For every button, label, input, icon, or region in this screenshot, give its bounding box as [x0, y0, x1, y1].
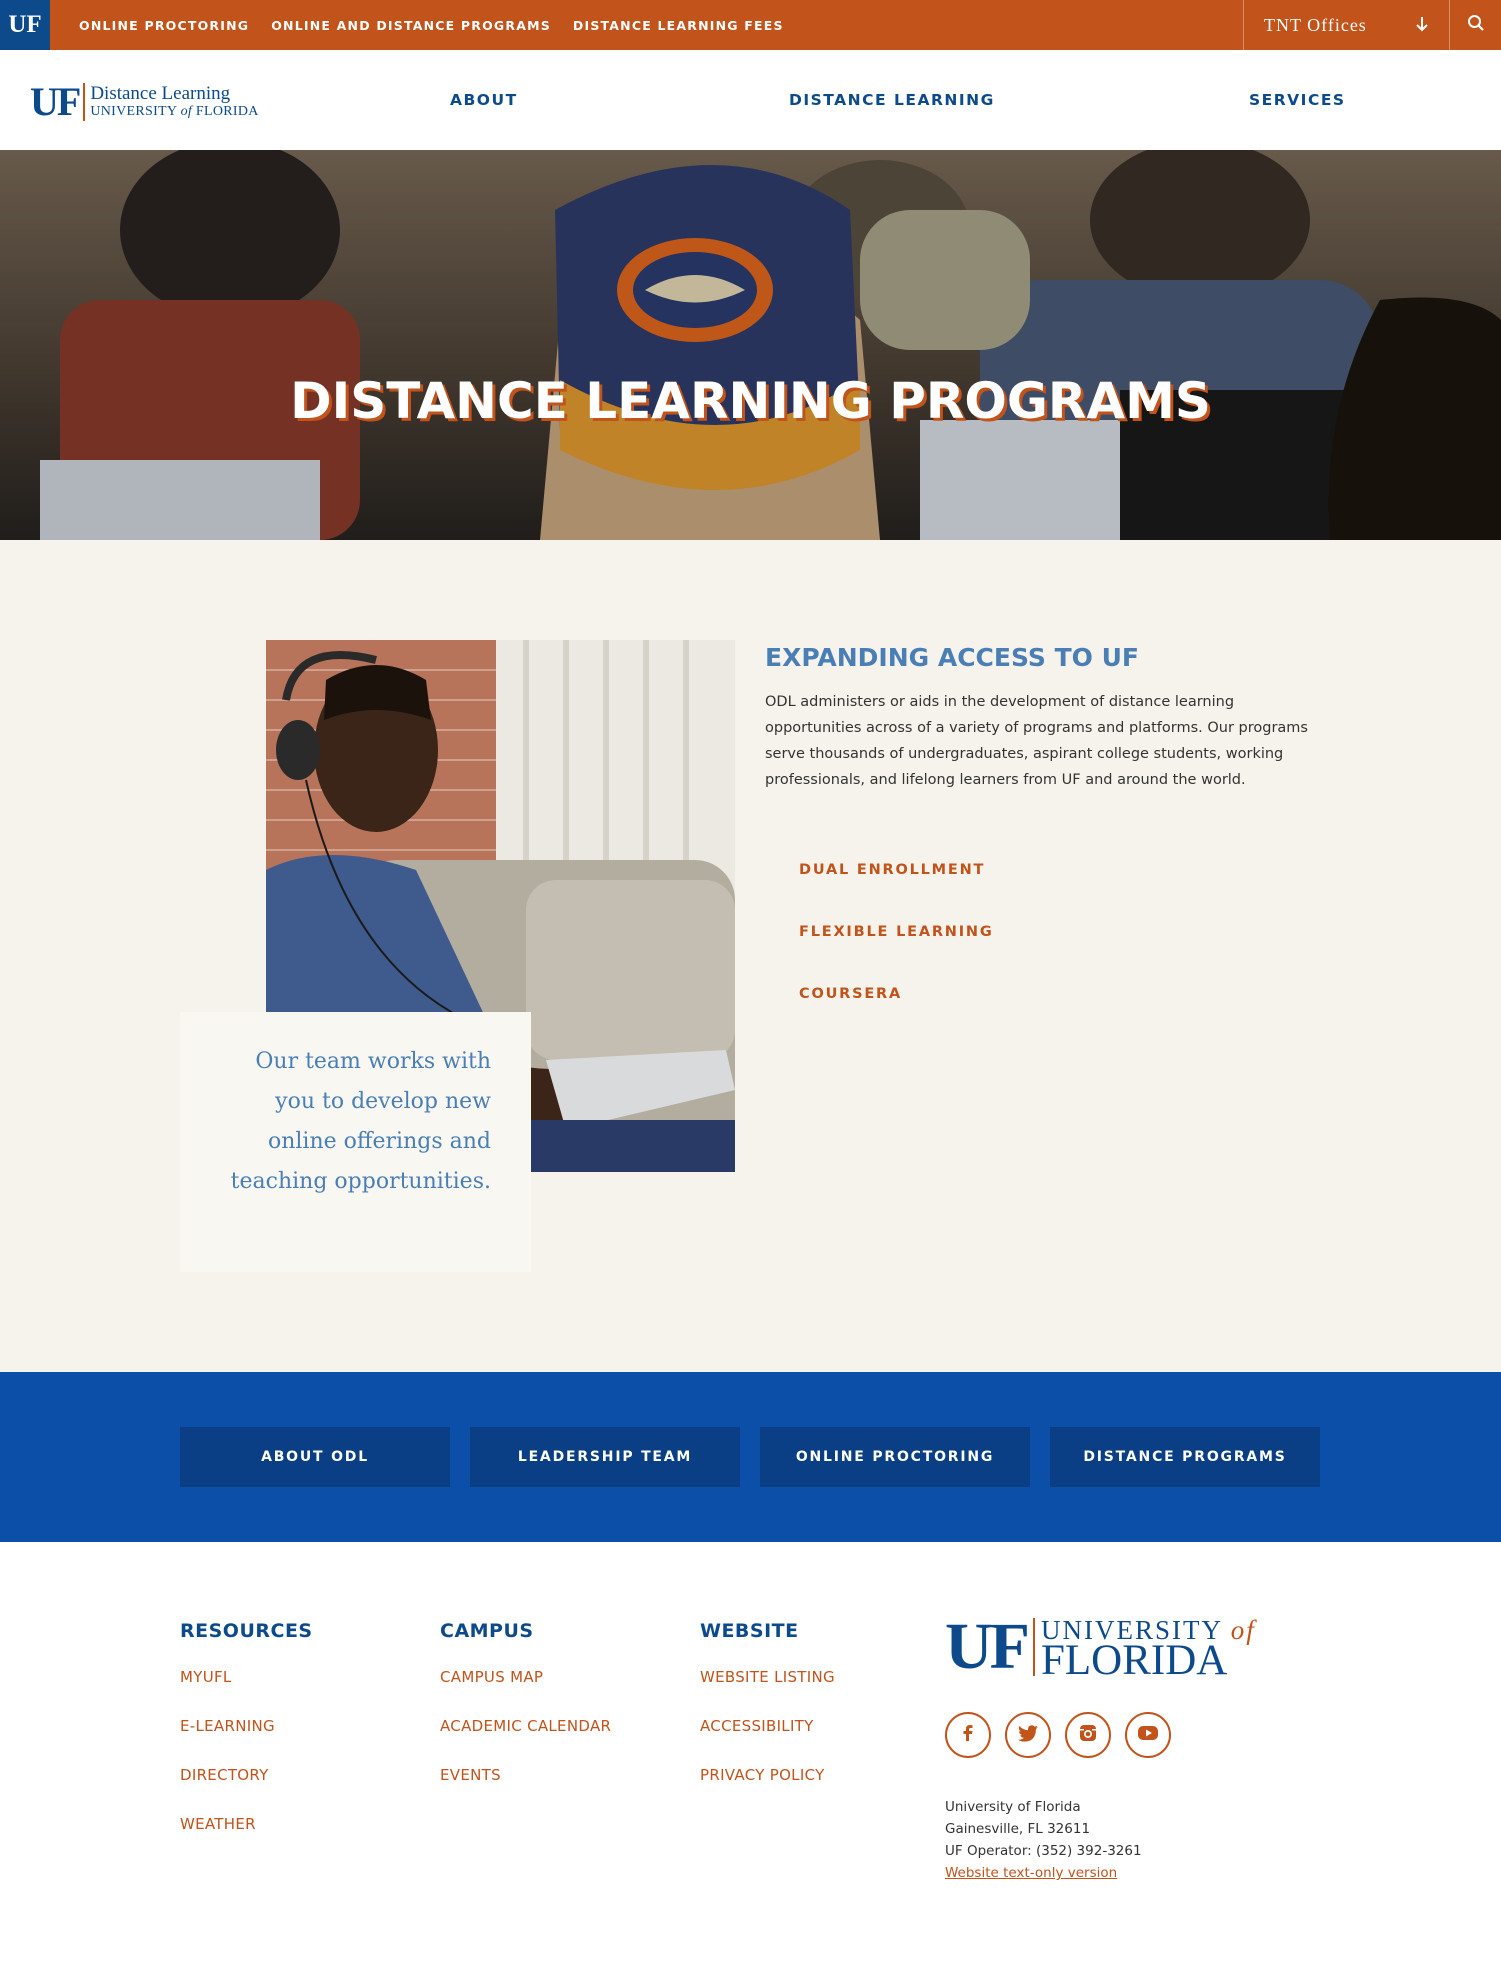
online-proctoring-button[interactable]: ONLINE PROCTORING: [760, 1427, 1030, 1487]
footer-heading-resources: RESOURCES: [180, 1620, 313, 1642]
footer: RESOURCES MYUFL E-LEARNING DIRECTORY WEA…: [0, 1542, 1501, 1979]
utility-links: ONLINE PROCTORING ONLINE AND DISTANCE PR…: [79, 18, 806, 33]
footer-address: University of Florida Gainesville, FL 32…: [945, 1796, 1142, 1884]
university-of-florida-logo[interactable]: UF UNIVERSITY of FLORIDA: [945, 1610, 1256, 1684]
nav-services[interactable]: SERVICES: [1249, 91, 1346, 109]
footer-col-resources: RESOURCES MYUFL E-LEARNING DIRECTORY WEA…: [180, 1620, 313, 1864]
utility-link-distance-learning-fees[interactable]: DISTANCE LEARNING FEES: [573, 18, 784, 33]
nav-distance-learning[interactable]: DISTANCE LEARNING: [789, 91, 995, 109]
footer-logo-of: of: [1230, 1615, 1256, 1645]
footer-heading-website: WEBSITE: [700, 1620, 799, 1642]
footer-link-weather[interactable]: WEATHER: [180, 1815, 313, 1833]
instagram-icon: [1078, 1723, 1098, 1747]
utility-bar: UF ONLINE PROCTORING ONLINE AND DISTANCE…: [0, 0, 1501, 50]
distance-programs-button[interactable]: DISTANCE PROGRAMS: [1050, 1427, 1320, 1487]
logo-divider: [83, 83, 86, 121]
link-flexible-learning[interactable]: FLEXIBLE LEARNING: [799, 924, 994, 940]
expanding-title: EXPANDING ACCESS TO UF: [765, 643, 1139, 672]
twitter-icon: [1017, 1723, 1039, 1747]
footer-link-privacy-policy[interactable]: PRIVACY POLICY: [700, 1766, 835, 1784]
logo-line1: Distance Learning: [90, 83, 231, 104]
link-coursera[interactable]: COURSERA: [799, 986, 902, 1002]
link-dual-enrollment[interactable]: DUAL ENROLLMENT: [799, 862, 985, 878]
footer-logo-uf: UF: [945, 1610, 1030, 1683]
youtube-link[interactable]: [1125, 1712, 1171, 1758]
address-line1: University of Florida: [945, 1799, 1081, 1815]
leadership-team-button[interactable]: LEADERSHIP TEAM: [470, 1427, 740, 1487]
about-odl-button[interactable]: ABOUT ODL: [180, 1427, 450, 1487]
instagram-link[interactable]: [1065, 1712, 1111, 1758]
facebook-link[interactable]: [945, 1712, 991, 1758]
footer-link-events[interactable]: EVENTS: [440, 1766, 611, 1784]
tnt-offices-dropdown[interactable]: TNT Offices: [1243, 0, 1449, 50]
utility-right: TNT Offices: [1243, 0, 1501, 50]
footer-link-myufl[interactable]: MYUFL: [180, 1668, 313, 1686]
hero-banner: DISTANCE LEARNING PROGRAMS: [0, 150, 1501, 540]
footer-heading-campus: CAMPUS: [440, 1620, 534, 1642]
logo-text: Distance Learning UNIVERSITY of FLORIDA: [90, 84, 258, 120]
footer-logo-divider: [1032, 1618, 1035, 1676]
main-header: UF Distance Learning UNIVERSITY of FLORI…: [0, 50, 1501, 150]
facebook-icon: [958, 1723, 978, 1747]
logo-of: of: [180, 104, 193, 119]
footer-link-campus-map[interactable]: CAMPUS MAP: [440, 1668, 611, 1686]
utility-link-online-proctoring[interactable]: ONLINE PROCTORING: [79, 18, 249, 33]
search-button[interactable]: [1449, 0, 1501, 50]
logo-uf: UF: [30, 79, 81, 124]
expanding-body: ODL administers or aids in the developme…: [765, 694, 1308, 788]
twitter-link[interactable]: [1005, 1712, 1051, 1758]
arrow-down-icon: [1415, 13, 1429, 37]
quick-links-band: ABOUT ODL LEADERSHIP TEAM ONLINE PROCTOR…: [0, 1372, 1501, 1542]
footer-logo-text: UNIVERSITY of FLORIDA: [1040, 1615, 1256, 1684]
utility-link-online-distance-programs[interactable]: ONLINE AND DISTANCE PROGRAMS: [271, 18, 551, 33]
hero-photo: [0, 150, 1501, 540]
footer-col-campus: CAMPUS CAMPUS MAP ACADEMIC CALENDAR EVEN…: [440, 1620, 611, 1815]
uf-home-logo[interactable]: UF: [0, 0, 50, 50]
nav-about[interactable]: ABOUT: [450, 91, 518, 109]
logo-florida: FLORIDA: [192, 104, 259, 119]
content-section: Our team works with you to develop new o…: [0, 540, 1501, 1372]
quote-box: Our team works with you to develop new o…: [180, 1012, 531, 1272]
address-line3: UF Operator: (352) 392-3261: [945, 1843, 1142, 1859]
search-icon: [1467, 14, 1485, 36]
footer-col-website: WEBSITE WEBSITE LISTING ACCESSIBILITY PR…: [700, 1620, 835, 1815]
footer-link-academic-calendar[interactable]: ACADEMIC CALENDAR: [440, 1717, 611, 1735]
footer-link-directory[interactable]: DIRECTORY: [180, 1766, 313, 1784]
footer-link-accessibility[interactable]: ACCESSIBILITY: [700, 1717, 835, 1735]
logo-line2: UNIVERSITY of FLORIDA: [90, 104, 258, 120]
address-line2: Gainesville, FL 32611: [945, 1821, 1091, 1837]
distance-learning-logo[interactable]: UF Distance Learning UNIVERSITY of FLORI…: [30, 82, 259, 122]
footer-link-website-listing[interactable]: WEBSITE LISTING: [700, 1668, 835, 1686]
footer-link-e-learning[interactable]: E-LEARNING: [180, 1717, 313, 1735]
tnt-offices-label: TNT Offices: [1264, 14, 1367, 35]
footer-logo-florida: FLORIDA: [1040, 1637, 1228, 1684]
youtube-icon: [1137, 1725, 1159, 1745]
text-only-version-link[interactable]: Website text-only version: [945, 1865, 1117, 1881]
logo-university: UNIVERSITY: [90, 104, 181, 119]
hero-title: DISTANCE LEARNING PROGRAMS: [290, 372, 1211, 430]
